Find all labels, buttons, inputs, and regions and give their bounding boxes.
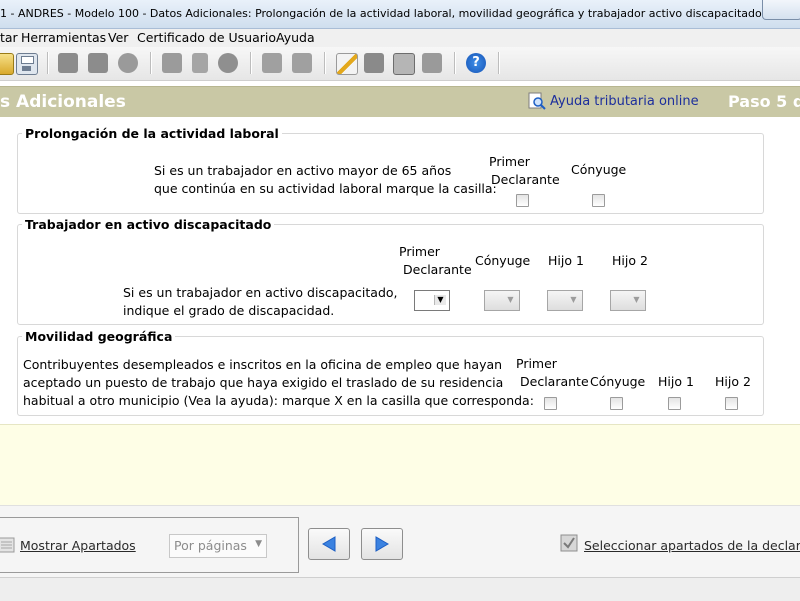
- movilidad-primer-checkbox[interactable]: [544, 397, 557, 410]
- movilidad-col-declarante: Declarante: [520, 374, 589, 389]
- title-bar: 1 - ANDRES - Modelo 100 - Datos Adiciona…: [0, 0, 800, 29]
- discapacitado-col-conyuge: Cónyuge: [475, 253, 531, 268]
- list-icon[interactable]: [393, 53, 415, 75]
- save-icon[interactable]: [16, 53, 38, 75]
- new-icon[interactable]: [0, 53, 14, 75]
- movilidad-col-hijo2: Hijo 2: [715, 374, 751, 389]
- discapacitado-col-hijo2: Hijo 2: [612, 253, 648, 268]
- print-icon[interactable]: [58, 53, 78, 73]
- help-icon[interactable]: ?: [466, 53, 486, 73]
- prolongacion-desc-1: Si es un trabajador en activo mayor de 6…: [154, 163, 452, 178]
- info-icon[interactable]: [218, 53, 238, 73]
- users-icon[interactable]: [364, 53, 384, 73]
- window-title: 1 - ANDRES - Modelo 100 - Datos Adiciona…: [0, 7, 766, 20]
- group-movilidad-legend: Movilidad geográfica: [25, 329, 173, 344]
- menu-item-ver[interactable]: Ver: [108, 30, 128, 45]
- discapacidad-conyuge-dropdown[interactable]: ▼: [484, 290, 520, 311]
- previous-page-button[interactable]: [308, 528, 350, 560]
- seleccionar-apartados-link[interactable]: Seleccionar apartados de la declarac: [584, 538, 800, 553]
- prolongacion-desc-2: que continúa en su actividad laboral mar…: [154, 181, 497, 196]
- discapacidad-hijo1-dropdown[interactable]: ▼: [547, 290, 583, 311]
- movilidad-conyuge-checkbox[interactable]: [610, 397, 623, 410]
- calculator-icon[interactable]: [192, 53, 208, 73]
- discapacidad-primer-dropdown[interactable]: ▼: [414, 290, 450, 311]
- pagination-mode-select[interactable]: Por páginas ▼: [169, 534, 267, 558]
- mostrar-apartados-link[interactable]: Mostrar Apartados: [20, 538, 136, 553]
- prolongacion-col-primer: Primer: [489, 154, 530, 169]
- toolbar: ?: [0, 47, 800, 81]
- form-icon[interactable]: [422, 53, 442, 73]
- export-icon[interactable]: [292, 53, 312, 73]
- help-search-icon[interactable]: [528, 92, 546, 110]
- discapacitado-desc-2: indique el grado de discapacidad.: [123, 303, 335, 318]
- arrow-left-icon: [322, 536, 336, 552]
- edit-icon[interactable]: [336, 53, 358, 75]
- prolongacion-col-conyuge: Cónyuge: [571, 162, 627, 177]
- prolongacion-primer-checkbox[interactable]: [516, 194, 529, 207]
- chevron-down-icon: ▼: [633, 295, 640, 304]
- pagination-mode-value: Por páginas: [174, 538, 247, 553]
- group-discapacitado-legend: Trabajador en activo discapacitado: [25, 217, 272, 232]
- discapacitado-col-declarante: Declarante: [403, 262, 472, 277]
- movilidad-col-hijo1: Hijo 1: [658, 374, 694, 389]
- minimize-button[interactable]: [762, 0, 800, 20]
- chevron-down-icon: ▼: [434, 295, 446, 305]
- discapacitado-col-primer: Primer: [399, 244, 440, 259]
- menu-item-herramientas[interactable]: Herramientas: [21, 30, 106, 45]
- chevron-down-icon: ▼: [255, 539, 262, 549]
- group-prolongacion-legend: Prolongación de la actividad laboral: [25, 126, 279, 141]
- movilidad-desc-1: Contribuyentes desempleados e inscritos …: [23, 357, 503, 372]
- show-sections-icon[interactable]: [0, 536, 16, 554]
- menu-bar: tar Herramientas Ver Certificado de Usua…: [0, 29, 800, 47]
- movilidad-desc-2: aceptado un puesto de trabajo que haya e…: [23, 375, 504, 390]
- prolongacion-conyuge-checkbox[interactable]: [592, 194, 605, 207]
- print-preview-icon[interactable]: [88, 53, 108, 73]
- section-title: s Adicionales: [0, 92, 126, 112]
- movilidad-hijo2-checkbox[interactable]: [725, 397, 738, 410]
- chevron-down-icon: ▼: [507, 295, 514, 304]
- arrow-right-icon: [375, 536, 389, 552]
- help-link[interactable]: Ayuda tributaria online: [550, 94, 699, 109]
- next-page-button[interactable]: [361, 528, 403, 560]
- section-header: s Adicionales Ayuda tributaria online Pa…: [0, 86, 800, 118]
- movilidad-col-primer: Primer: [516, 356, 557, 371]
- movilidad-desc-3: habitual a otro municipio (Vea la ayuda)…: [23, 393, 534, 408]
- discapacitado-col-hijo1: Hijo 1: [548, 253, 584, 268]
- movilidad-hijo1-checkbox[interactable]: [668, 397, 681, 410]
- step-indicator: Paso 5 d: [728, 92, 800, 111]
- bottom-bar: Mostrar Apartados Por páginas ▼ Seleccio…: [0, 505, 800, 578]
- status-bar: [0, 577, 800, 601]
- select-sections-icon[interactable]: [559, 533, 579, 553]
- validate-icon[interactable]: [162, 53, 182, 73]
- menu-item-certificado[interactable]: Certificado de Usuario: [137, 30, 276, 45]
- import-icon[interactable]: [262, 53, 282, 73]
- prolongacion-col-declarante: Declarante: [491, 172, 560, 187]
- movilidad-col-conyuge: Cónyuge: [590, 374, 646, 389]
- empty-area: [0, 424, 800, 506]
- content-panel: Prolongación de la actividad laboral Si …: [0, 117, 800, 424]
- menu-item-ayuda[interactable]: Ayuda: [276, 30, 315, 45]
- discapacidad-hijo2-dropdown[interactable]: ▼: [610, 290, 646, 311]
- search-icon[interactable]: [118, 53, 138, 73]
- menu-item-cortar[interactable]: tar: [0, 30, 18, 45]
- chevron-down-icon: ▼: [570, 295, 577, 304]
- discapacitado-desc-1: Si es un trabajador en activo discapacit…: [123, 285, 398, 300]
